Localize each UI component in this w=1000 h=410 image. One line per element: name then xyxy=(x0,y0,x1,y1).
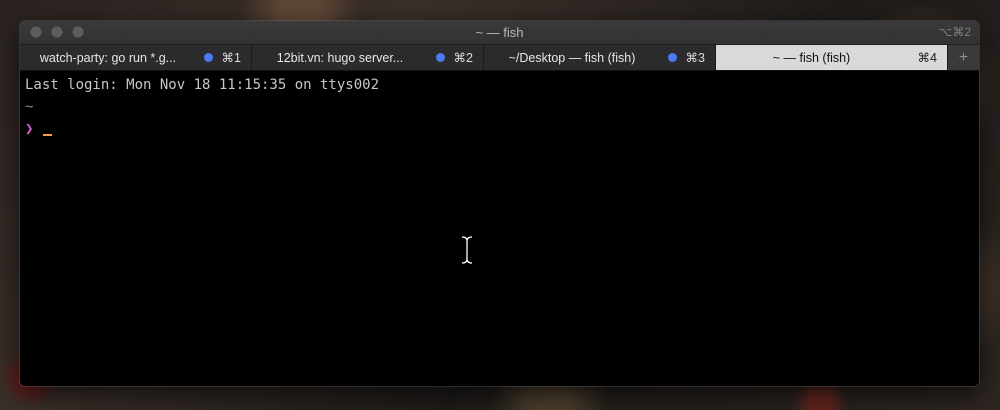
title-bar: ~ — fish ⌥⌘2 xyxy=(20,21,979,45)
window-title: ~ — fish xyxy=(475,25,524,40)
activity-dot-icon xyxy=(436,53,445,62)
activity-dot-icon xyxy=(668,53,677,62)
tab-3[interactable]: ~/Desktop — fish (fish) ⌘3 xyxy=(484,45,716,70)
last-login-line: Last login: Mon Nov 18 11:15:35 on ttys0… xyxy=(25,77,380,93)
tab-2[interactable]: 12bit.vn: hugo server... ⌘2 xyxy=(252,45,484,70)
tab-4[interactable]: ~ — fish (fish) ⌘4 xyxy=(716,45,948,70)
new-tab-button[interactable]: + xyxy=(948,45,979,70)
tab-shortcut: ⌘4 xyxy=(917,51,937,65)
prompt-symbol: ❯ xyxy=(25,121,34,137)
prompt-line: ❯ xyxy=(25,118,979,140)
tab-bar: watch-party: go run *.g... ⌘1 12bit.vn: … xyxy=(20,45,979,71)
tab-1[interactable]: watch-party: go run *.g... ⌘1 xyxy=(20,45,252,70)
terminal-window: ~ — fish ⌥⌘2 watch-party: go run *.g... … xyxy=(20,21,979,386)
tab-shortcut: ⌘3 xyxy=(685,51,705,65)
cwd-line: ~ xyxy=(25,99,34,115)
window-shortcut: ⌥⌘2 xyxy=(938,25,971,39)
text-cursor xyxy=(43,134,53,136)
tab-title: ~/Desktop — fish (fish) xyxy=(508,50,636,65)
tab-shortcut: ⌘2 xyxy=(453,51,473,65)
ibeam-cursor-icon xyxy=(461,235,473,265)
terminal-output[interactable]: Last login: Mon Nov 18 11:15:35 on ttys0… xyxy=(20,71,979,140)
activity-dot-icon xyxy=(204,53,213,62)
tab-title: 12bit.vn: hugo server... xyxy=(276,50,404,65)
tab-title: watch-party: go run *.g... xyxy=(39,50,177,65)
tab-shortcut: ⌘1 xyxy=(221,51,241,65)
tab-title: ~ — fish (fish) xyxy=(772,50,851,65)
